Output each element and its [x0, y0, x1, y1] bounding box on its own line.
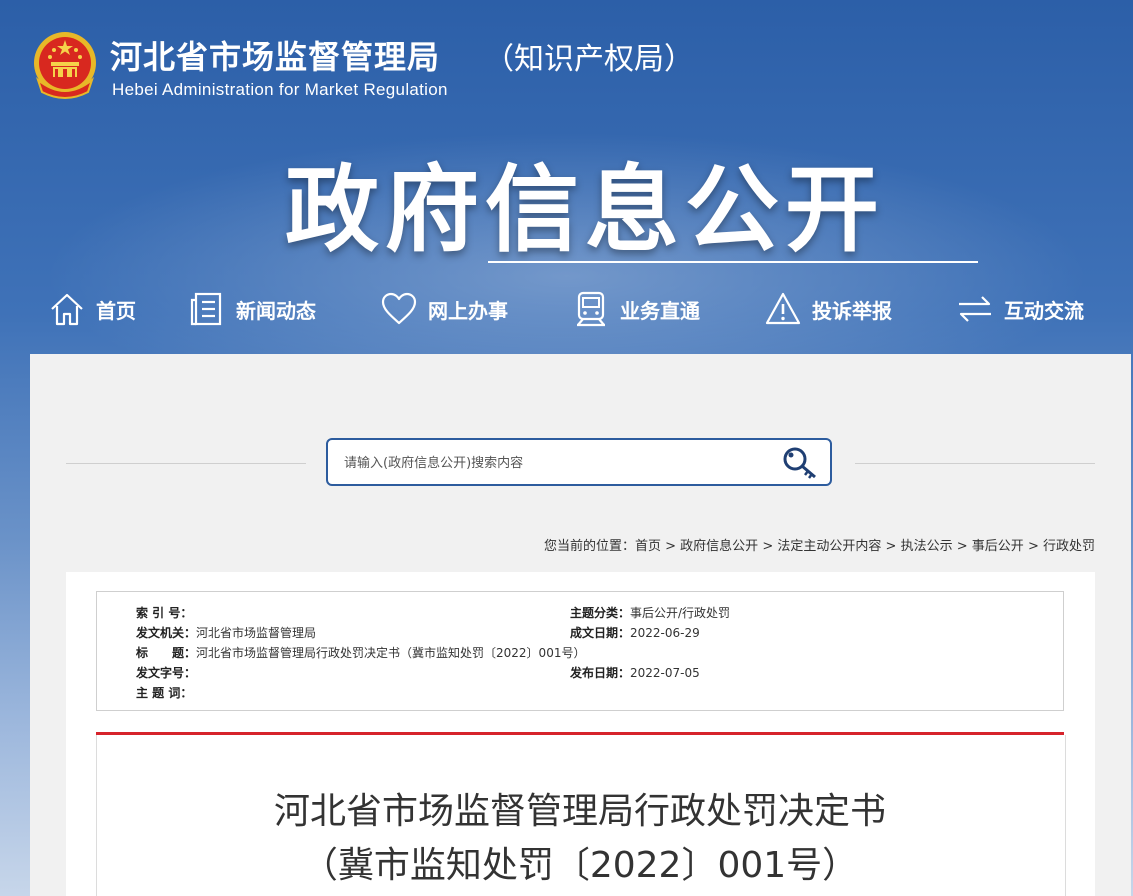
breadcrumb-separator: > [762, 539, 774, 554]
meta-keywords: 主 题 词： [136, 684, 192, 701]
breadcrumb-link-home[interactable]: 首页 [635, 539, 661, 554]
main-nav: 首页 新闻动态 网上办事 业务直通 投诉举报 互动交流 [0, 286, 1133, 332]
meta-label: 成文日期： [570, 626, 631, 640]
meta-value: 2022-06-29 [630, 626, 700, 640]
banner-underline [488, 261, 978, 263]
divider-left [66, 463, 306, 464]
nav-item-complaint[interactable]: 投诉举报 [764, 286, 892, 332]
nav-label: 投诉举报 [812, 298, 892, 323]
warning-icon [765, 292, 801, 325]
heart-icon [381, 292, 417, 325]
meta-published-date: 发布日期：2022-07-05 [570, 664, 700, 681]
search-key-icon[interactable] [780, 444, 820, 482]
meta-label: 主 题 词： [136, 686, 193, 700]
breadcrumb-link-statutory[interactable]: 法定主动公开内容 [777, 539, 881, 554]
meta-value: 事后公开/行政处罚 [630, 606, 731, 620]
meta-value: 2022-07-05 [630, 666, 700, 680]
meta-docno: 发文字号： [136, 664, 196, 681]
breadcrumb-link-enforcement[interactable]: 执法公示 [901, 539, 953, 554]
meta-label: 发文机关： [136, 626, 197, 640]
nav-item-news[interactable]: 新闻动态 [188, 286, 316, 332]
meta-label: 标 题： [136, 646, 197, 660]
search-input[interactable] [342, 451, 766, 475]
breadcrumb-prefix: 您当前的位置： [543, 539, 635, 554]
divider-right [855, 463, 1095, 464]
banner-title: 政府信息公开 [284, 156, 885, 265]
meta-category: 主题分类：事后公开/行政处罚 [570, 604, 730, 621]
nav-label: 首页 [96, 298, 136, 323]
meta-value: 河北省市场监督管理局 [196, 626, 317, 640]
news-icon [190, 292, 222, 326]
meta-created-date: 成文日期：2022-06-29 [570, 624, 700, 641]
site-subtitle: （知识产权局） [484, 42, 694, 77]
national-emblem-icon [34, 32, 96, 99]
nav-item-business[interactable]: 业务直通 [572, 286, 700, 332]
nav-item-online-service[interactable]: 网上办事 [380, 286, 508, 332]
meta-label: 索 引 号： [136, 606, 193, 620]
breadcrumb-link-post-disclosure[interactable]: 事后公开 [972, 539, 1024, 554]
breadcrumb-separator: > [885, 539, 897, 554]
breadcrumb-link-gov-info[interactable]: 政府信息公开 [680, 539, 758, 554]
exchange-icon [959, 296, 991, 322]
site-name: 河北省市场监督管理局 [110, 38, 441, 76]
meta-title: 标 题：河北省市场监督管理局行政处罚决定书（冀市监知处罚〔2022〕001号） [136, 644, 585, 661]
nav-item-interaction[interactable]: 互动交流 [956, 286, 1084, 332]
document-number: （冀市监知处罚〔2022〕001号） [301, 845, 859, 886]
meta-value: 河北省市场监督管理局行政处罚决定书（冀市监知处罚〔2022〕001号） [196, 646, 586, 660]
breadcrumb: 您当前的位置：首页 > 政府信息公开 > 法定主动公开内容 > 执法公示 > 事… [544, 535, 1095, 554]
meta-issuer: 发文机关：河北省市场监督管理局 [136, 624, 316, 641]
search-box [326, 438, 832, 486]
breadcrumb-link-penalty[interactable]: 行政处罚 [1043, 539, 1095, 554]
document-title: 河北省市场监督管理局行政处罚决定书 [273, 791, 886, 832]
nav-label: 业务直通 [620, 298, 700, 323]
breadcrumb-separator: > [1027, 539, 1039, 554]
breadcrumb-separator: > [665, 539, 677, 554]
nav-label: 网上办事 [428, 298, 508, 323]
meta-index: 索 引 号： [136, 604, 192, 621]
meta-label: 发文字号： [136, 666, 197, 680]
meta-label: 主题分类： [570, 606, 631, 620]
nav-label: 互动交流 [1004, 298, 1084, 323]
home-icon [51, 293, 83, 326]
meta-label: 发布日期： [570, 666, 631, 680]
nav-item-home[interactable]: 首页 [48, 286, 136, 332]
train-icon [577, 291, 605, 327]
site-english-name: Hebei Administration for Market Regulati… [112, 80, 448, 99]
breadcrumb-separator: > [956, 539, 968, 554]
nav-label: 新闻动态 [236, 298, 316, 323]
